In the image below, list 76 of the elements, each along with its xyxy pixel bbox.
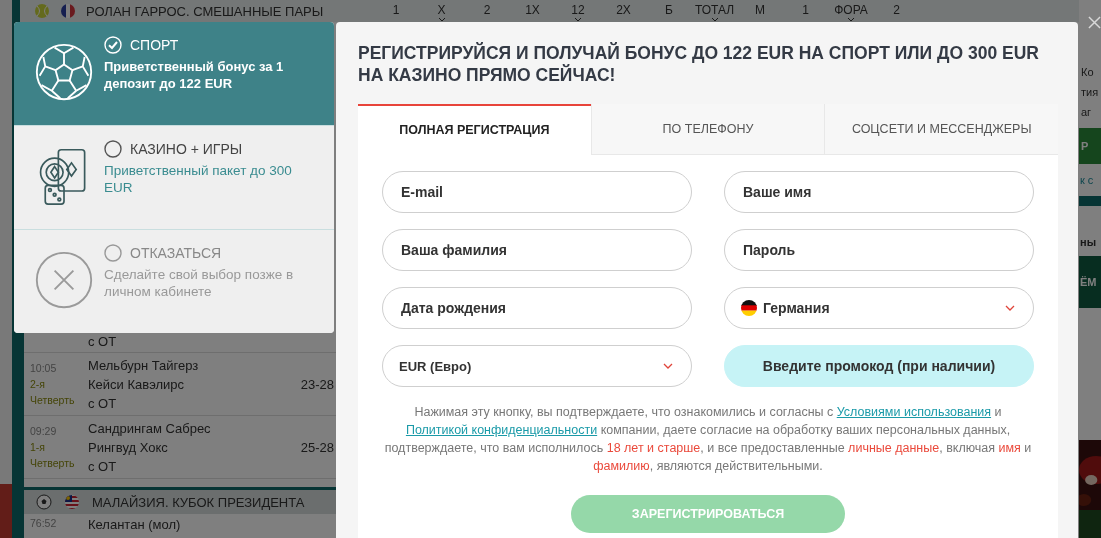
match-period: 2-я <box>30 378 47 390</box>
input-field[interactable]: Ваше имя <box>724 171 1034 213</box>
column-header[interactable]: ТОТАЛ <box>691 0 738 22</box>
match-time: 09:29 <box>30 425 58 437</box>
match-note: с ОТ <box>88 395 118 411</box>
side-text: к с <box>1079 173 1095 188</box>
caret-icon <box>574 16 582 22</box>
column-header[interactable]: 2 <box>873 0 920 22</box>
match-time: 10:05 <box>30 362 58 374</box>
bonus-option[interactable]: ОТКАЗАТЬСЯ Сделайте свой выбор позже в личном кабинете <box>14 229 334 333</box>
match-period: Четверть <box>30 394 76 406</box>
team-name[interactable]: Сандрингам Сабрес <box>88 420 301 436</box>
registration-title: РЕГИСТРИРУЙСЯ И ПОЛУЧАЙ БОНУС ДО 122 EUR НА СПОРТ ИЛИ ДО 300 EUR НА КАЗИНО ПРЯМО СЕЙЧАС! <box>358 42 1040 86</box>
country-select[interactable]: Германия <box>724 287 1034 329</box>
team-name[interactable]: Мельбурн Тайгерз <box>88 357 301 373</box>
league-title: РОЛАН ГАРРОС. СМЕШАННЫЕ ПАРЫ <box>86 3 324 19</box>
caret-icon <box>847 16 855 22</box>
team-name[interactable]: Рингвуд Хокс <box>88 439 301 455</box>
tab[interactable]: ПО ТЕЛЕФОНУ <box>590 104 825 155</box>
column-header[interactable]: Б <box>646 0 692 22</box>
column-header[interactable]: 2 <box>464 0 510 22</box>
radio-button[interactable] <box>104 140 122 158</box>
radio-button[interactable] <box>104 244 122 262</box>
caret-icon <box>437 16 446 22</box>
column-header[interactable]: 1X <box>509 0 556 22</box>
close-icon[interactable] <box>1088 16 1101 29</box>
option-description: Сделайте свой выбор позже в личном кабинете <box>104 266 295 300</box>
match-score: 25-28 <box>300 439 335 455</box>
side-text: аг <box>1080 105 1093 120</box>
input-field[interactable]: Пароль <box>724 229 1034 271</box>
side-text: Ко <box>1080 65 1095 80</box>
check-circle-icon[interactable] <box>104 36 122 54</box>
input-field[interactable]: E-mail <box>382 171 692 213</box>
option-title: КАЗИНО + ИГРЫ <box>130 141 243 157</box>
match-note: с ОТ <box>88 333 117 349</box>
bonus-option[interactable]: СПОРТ Приветственный бонус за 1 депозит до 122 EUR <box>14 22 334 125</box>
option-description: Приветственный бонус за 1 депозит до 122 EUR <box>104 58 285 92</box>
match-score: 23-28 <box>300 376 335 392</box>
input-field[interactable]: Ваша фамилия <box>382 229 692 271</box>
option-title: СПОРТ <box>130 37 179 53</box>
terms-link[interactable]: Политикой конфиденциальности <box>405 423 598 437</box>
caret-icon <box>710 16 719 22</box>
column-header[interactable]: ФОРА <box>828 0 874 22</box>
column-header[interactable]: 1 <box>782 0 829 22</box>
option-description: Приветственный пакет до 300 EUR <box>104 162 293 196</box>
tennis-ball-icon <box>34 3 50 19</box>
soccer-ball-icon <box>36 494 52 510</box>
match-period: 1-я <box>30 441 47 453</box>
column-header[interactable]: 1 <box>373 0 419 22</box>
consent-text: Нажимая эту кнопку, вы подтверждаете, что ознакомились и согласны с Условиями использования и Политикой конфиденциальности компании, даете согласие на обработку ваших персональных данных, подтверждаете, что вам исполнилось 18 лет и старше, и все предоставленные личные данные, включая имя и фамилию, являются действительными. <box>383 404 1033 475</box>
column-header[interactable]: 12 <box>555 0 601 22</box>
team-name[interactable]: Келантан (мол) <box>88 517 181 532</box>
chevron-down-icon <box>663 363 673 369</box>
team-name[interactable]: Кейси Кавэлирс <box>88 376 301 392</box>
option-title: ОТКАЗАТЬСЯ <box>130 245 222 261</box>
side-text: тия <box>1080 85 1100 100</box>
column-header[interactable]: М <box>737 0 783 22</box>
column-header[interactable]: X <box>418 0 465 22</box>
match-period: Четверть <box>30 457 76 469</box>
column-header[interactable]: 2X <box>600 0 647 22</box>
currency-select[interactable]: EUR (Евро) <box>382 345 692 387</box>
terms-link[interactable]: Условиями использования <box>836 405 992 419</box>
close-circle-icon <box>34 250 94 310</box>
flag-icon <box>64 494 80 510</box>
chevron-down-icon <box>1005 305 1015 311</box>
input-field[interactable]: Дата рождения <box>382 287 692 329</box>
flag-icon <box>741 300 757 316</box>
match-time: 76:52 <box>30 517 58 529</box>
league-title: МАЛАЙЗИЯ. КУБОК ПРЕЗИДЕНТА <box>92 494 305 510</box>
match-note: с ОТ <box>88 458 118 474</box>
tab[interactable]: СОЦСЕТИ И МЕССЕНДЖЕРЫ <box>824 104 1058 155</box>
soccer-ball-icon <box>34 42 94 102</box>
flag-icon <box>60 3 76 19</box>
side-text: ЁМ <box>1079 256 1101 308</box>
side-text: Р <box>1079 128 1101 164</box>
promo-code-field[interactable]: Введите промокод (при наличии) <box>724 345 1034 387</box>
